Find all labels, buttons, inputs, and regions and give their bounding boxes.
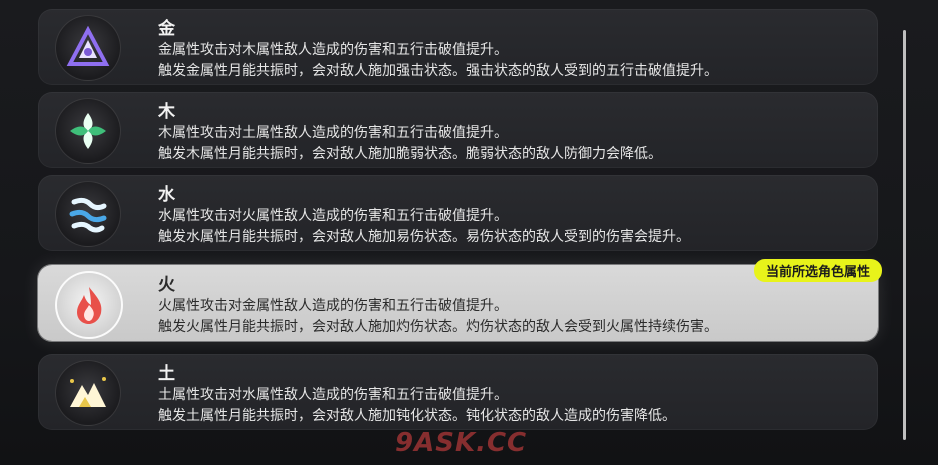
water-emblem [55,181,121,247]
current-character-element-badge: 当前所选角色属性 [753,259,882,282]
element-name: 火 [158,275,175,295]
metal-triangle-icon [66,26,110,66]
element-card-metal[interactable]: 金 金属性攻击对木属性敌人造成的伤害和五行击破值提升。 触发金属性月能共振时，会… [38,9,878,85]
element-effect-line: 火属性攻击对金属性敌人造成的伤害和五行击破值提升。 [158,298,508,314]
element-card-water[interactable]: 水 水属性攻击对火属性敌人造成的伤害和五行击破值提升。 触发水属性月能共振时，会… [38,175,878,251]
element-effect-line: 水属性攻击对火属性敌人造成的伤害和五行击破值提升。 [158,208,508,224]
element-name: 土 [158,364,175,384]
wood-leaf-icon [70,113,106,149]
metal-emblem [55,15,121,81]
element-name: 金 [158,19,175,39]
element-resonance-line: 触发木属性月能共振时，会对敌人施加脆弱状态。脆弱状态的敌人防御力会降低。 [158,146,662,162]
element-card-earth[interactable]: 土 土属性攻击对水属性敌人造成的伤害和五行击破值提升。 触发土属性月能共振时，会… [38,354,878,430]
element-card-fire[interactable]: 火 火属性攻击对金属性敌人造成的伤害和五行击破值提升。 触发火属性月能共振时，会… [38,259,882,341]
earth-emblem [55,360,121,426]
element-effect-line: 金属性攻击对木属性敌人造成的伤害和五行击破值提升。 [158,42,508,58]
element-effect-line: 土属性攻击对水属性敌人造成的伤害和五行击破值提升。 [158,387,508,403]
element-name: 木 [158,102,175,122]
water-wave-icon [69,197,107,233]
element-resonance-line: 触发水属性月能共振时，会对敌人施加易伤状态。易伤状态的敌人受到的伤害会提升。 [158,229,690,245]
fire-flame-icon [77,287,102,324]
element-effect-line: 木属性攻击对土属性敌人造成的伤害和五行击破值提升。 [158,125,508,141]
scrollbar[interactable] [903,30,906,440]
earth-mountain-icon [70,377,106,407]
element-card-wood[interactable]: 木 木属性攻击对土属性敌人造成的伤害和五行击破值提升。 触发木属性月能共振时，会… [38,92,878,168]
element-name: 水 [158,185,175,205]
site-watermark: 9ASK.CC [395,428,528,458]
element-resonance-line: 触发金属性月能共振时，会对敌人施加强击状态。强击状态的敌人受到的五行击破值提升。 [158,63,718,79]
element-list-screen: 金 金属性攻击对木属性敌人造成的伤害和五行击破值提升。 触发金属性月能共振时，会… [0,0,938,465]
element-resonance-line: 触发火属性月能共振时，会对敌人施加灼伤状态。灼伤状态的敌人会受到火属性持续伤害。 [158,319,718,335]
wood-emblem [55,98,121,164]
fire-emblem [55,271,123,339]
element-resonance-line: 触发土属性月能共振时，会对敌人施加钝化状态。钝化状态的敌人造成的伤害降低。 [158,408,676,424]
